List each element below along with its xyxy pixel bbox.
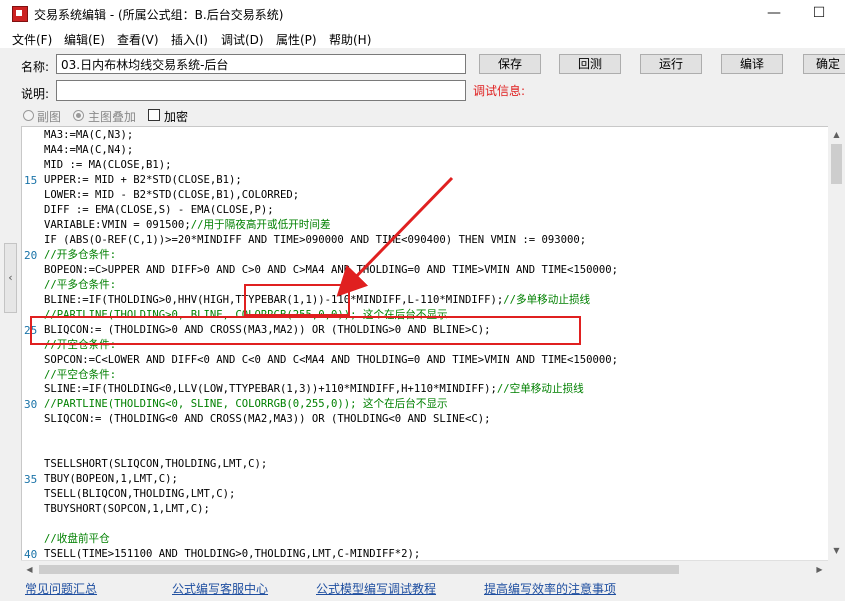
code-text: //平多仓条件: — [44, 278, 117, 291]
code-text: TBUYSHORT(SOPCON,1,LMT,C); — [44, 503, 210, 516]
encrypt-checkbox[interactable] — [148, 109, 160, 121]
code-text: SLIQCON:= (THOLDING<0 AND CROSS(MA2,MA3)… — [44, 413, 491, 426]
encrypt-label: 加密 — [164, 110, 189, 124]
code-text: MID := MA(CLOSE,B1); — [44, 158, 172, 171]
main-overlay-label: 主图叠加 — [88, 110, 137, 124]
run-button[interactable]: 运行 — [640, 54, 702, 74]
code-text: //开空仓条件: — [44, 338, 117, 351]
code-text: //PARTLINE(THOLDING<0, SLINE, COLORRGB(0… — [44, 398, 448, 411]
code-text: VARIABLE:VMIN = 091500;//用于隔夜高开或低开时间差 — [44, 218, 331, 231]
menu-bar: 文件(F) 编辑(E) 查看(V) 插入(I) 调试(D) 属性(P) 帮助(H… — [0, 28, 845, 48]
confirm-button[interactable]: 确定 — [803, 54, 845, 74]
description-label: 说明: — [21, 87, 50, 101]
code-text: DIFF := EMA(CLOSE,S) - EMA(CLOSE,P); — [44, 203, 274, 216]
app-icon — [12, 6, 28, 22]
line-number: 30 — [24, 398, 38, 412]
main-overlay-radio[interactable] — [73, 110, 84, 121]
sub-chart-label: 副图 — [37, 110, 62, 124]
save-button[interactable]: 保存 — [479, 54, 541, 74]
menu-help[interactable]: 帮助(H) — [329, 31, 371, 48]
code-text: TSELL(BLIQCON,THOLDING,LMT,C); — [44, 488, 236, 501]
vertical-scrollbar[interactable]: ▲ ▼ — [828, 126, 845, 576]
code-text: IF (ABS(O-REF(C,1))>=20*MINDIFF AND TIME… — [44, 233, 587, 246]
code-text: TSELL(TIME>151100 AND THOLDING>0,THOLDIN… — [44, 548, 421, 561]
description-input[interactable] — [56, 80, 466, 101]
efficiency-tips-link[interactable]: 提高编写效率的注意事项 — [484, 580, 616, 597]
scroll-down-icon[interactable]: ▼ — [828, 542, 845, 559]
scroll-right-icon[interactable]: ▶ — [811, 561, 828, 578]
code-text: BLINE:=IF(THOLDING>0,HHV(HIGH,TTYPEBAR(1… — [44, 293, 591, 306]
code-text: SOPCON:=C<LOWER AND DIFF<0 AND C<0 AND C… — [44, 353, 619, 366]
maximize-button[interactable]: ☐ — [796, 0, 842, 28]
window-title: 交易系统编辑 - (所属公式组：B.后台交易系统) — [34, 8, 284, 22]
panel-collapse-handle[interactable]: ‹ — [4, 243, 17, 313]
code-text: //开多仓条件: — [44, 248, 117, 261]
line-number: 35 — [24, 473, 38, 487]
line-number-gutter — [22, 127, 41, 561]
menu-properties[interactable]: 属性(P) — [276, 31, 317, 48]
sub-chart-radio[interactable] — [23, 110, 34, 121]
tutorial-link[interactable]: 公式模型编写调试教程 — [316, 580, 436, 597]
code-text: MA4:=MA(C,N4); — [44, 143, 134, 156]
code-text: SLINE:=IF(THOLDING<0,LLV(LOW,TTYPEBAR(1,… — [44, 383, 584, 396]
vertical-scroll-thumb[interactable] — [831, 144, 842, 184]
line-number: 20 — [24, 248, 38, 262]
line-number: 25 — [24, 323, 38, 337]
horizontal-scrollbar[interactable]: ◀ ▶ — [21, 560, 828, 578]
code-editor[interactable]: MA3:=MA(C,N3); MA4:=MA(C,N4); MID := MA(… — [21, 126, 845, 561]
scroll-up-icon[interactable]: ▲ — [828, 126, 845, 143]
menu-insert[interactable]: 插入(I) — [171, 31, 208, 48]
line-number: 40 — [24, 548, 38, 561]
code-text: BOPEON:=C>UPPER AND DIFF>0 AND C>0 AND C… — [44, 263, 619, 276]
backtest-button[interactable]: 回测 — [559, 54, 621, 74]
menu-debug[interactable]: 调试(D) — [221, 31, 264, 48]
code-text: BLIQCON:= (THOLDING>0 AND CROSS(MA3,MA2)… — [44, 323, 491, 336]
code-text: TSELLSHORT(SLIQCON,THOLDING,LMT,C); — [44, 458, 268, 471]
code-text: UPPER:= MID + B2*STD(CLOSE,B1); — [44, 173, 242, 186]
compile-button[interactable]: 编译 — [721, 54, 783, 74]
menu-edit[interactable]: 编辑(E) — [64, 31, 105, 48]
code-text: //PARTLINE(THOLDING>0, BLINE, COLORRGB(2… — [44, 308, 448, 321]
code-text: //收盘前平仓 — [44, 533, 110, 546]
code-text: MA3:=MA(C,N3); — [44, 129, 134, 141]
code-text: //平空仓条件: — [44, 368, 117, 381]
horizontal-scroll-thumb[interactable] — [39, 565, 679, 574]
debug-info-label: 调试信息: — [473, 84, 526, 98]
name-input[interactable] — [56, 54, 466, 74]
menu-view[interactable]: 查看(V) — [117, 31, 159, 48]
name-label: 名称: — [21, 60, 50, 74]
menu-file[interactable]: 文件(F) — [12, 31, 52, 48]
minimize-button[interactable]: — — [751, 0, 797, 28]
faq-link[interactable]: 常见问题汇总 — [25, 580, 97, 597]
line-number: 15 — [24, 173, 38, 187]
support-center-link[interactable]: 公式编写客服中心 — [172, 580, 268, 597]
code-text: TBUY(BOPEON,1,LMT,C); — [44, 473, 178, 486]
code-text: LOWER:= MID - B2*STD(CLOSE,B1),COLORRED; — [44, 188, 300, 201]
title-bar: 交易系统编辑 - (所属公式组：B.后台交易系统) — ☐ — [0, 0, 845, 28]
scroll-left-icon[interactable]: ◀ — [21, 561, 38, 578]
